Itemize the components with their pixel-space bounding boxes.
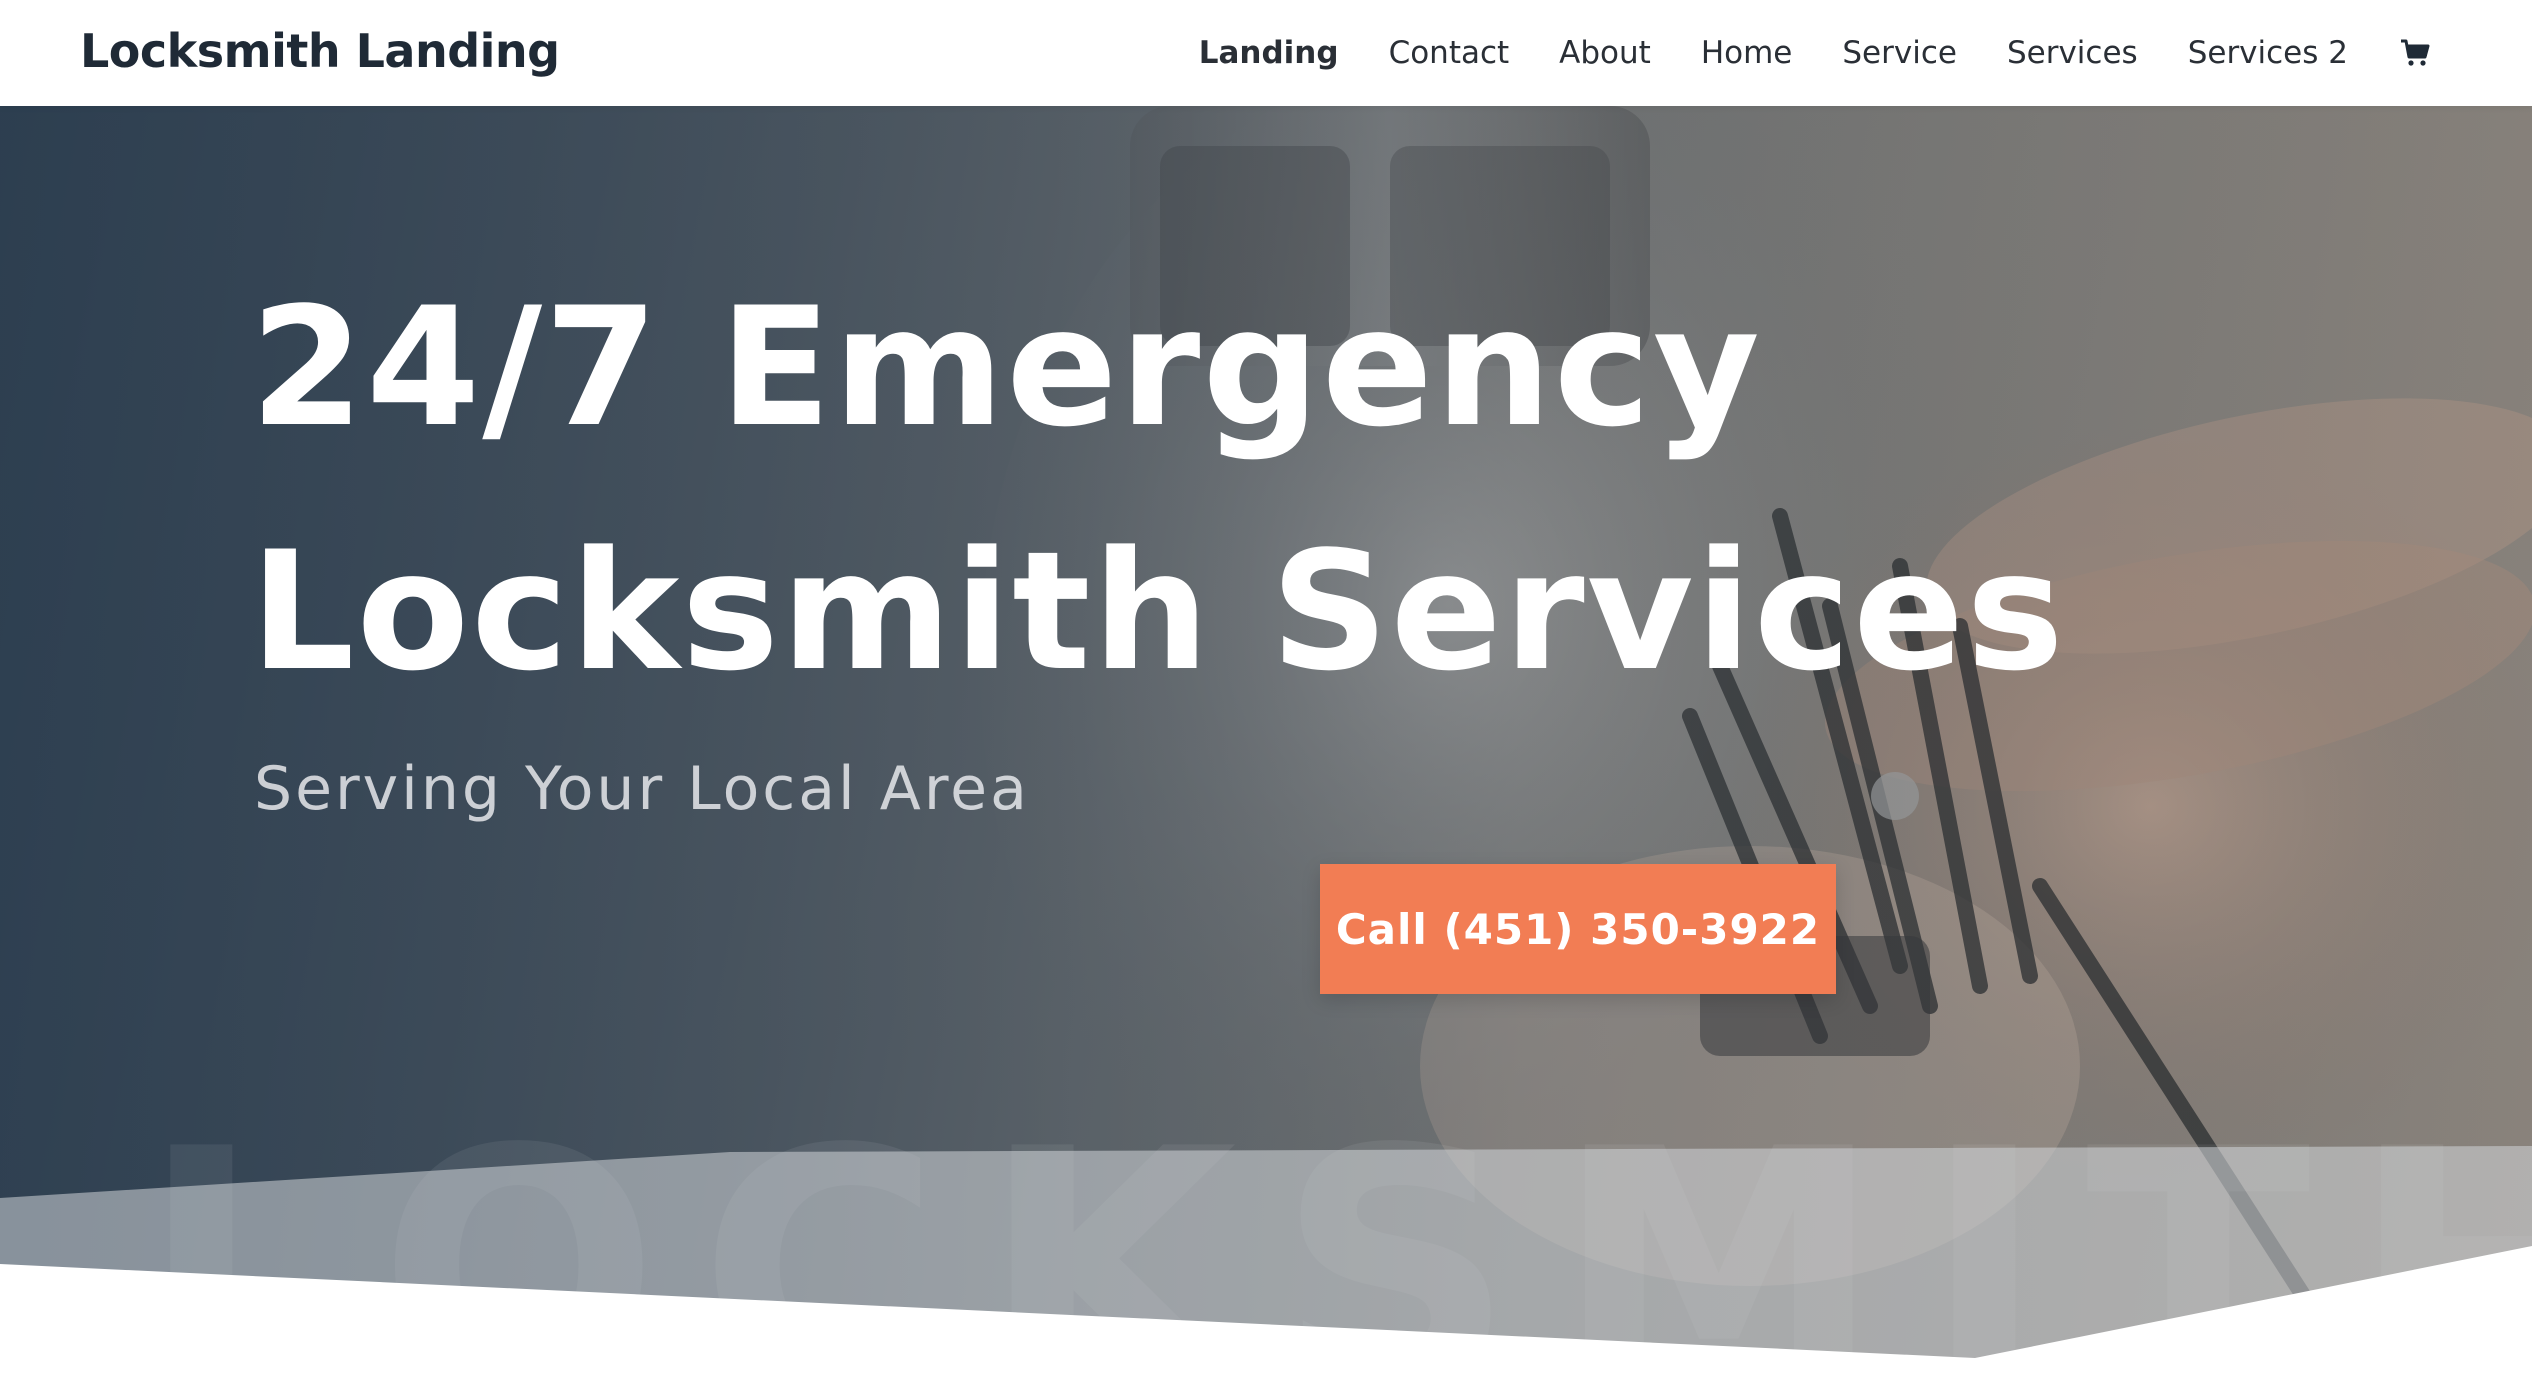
hero-bottom-divider (0, 1146, 2532, 1384)
nav-item-services-2[interactable]: Services 2 (2188, 35, 2348, 71)
hero-section: LOCKSMITH 24/7 Emergency Locksmith Servi… (0, 106, 2532, 1384)
shopping-cart-icon[interactable] (2398, 36, 2432, 70)
call-button[interactable]: Call (451) 350-3922 (1320, 864, 1836, 994)
hero-headline-line-1: 24/7 Emergency (250, 272, 1762, 463)
nav-item-service[interactable]: Service (1842, 35, 1957, 71)
hero-headline-line-2: Locksmith Services (250, 516, 2066, 707)
nav-item-landing[interactable]: Landing (1199, 35, 1339, 71)
nav-item-services[interactable]: Services (2007, 35, 2138, 71)
page: Locksmith Landing Landing Contact About … (0, 0, 2532, 1384)
site-logo[interactable]: Locksmith Landing (80, 24, 560, 78)
nav-item-home[interactable]: Home (1701, 35, 1793, 71)
main-nav: Landing Contact About Home Service Servi… (1199, 0, 2432, 106)
hero-headline: 24/7 Emergency Locksmith Services (250, 246, 2066, 734)
hero-subheadline: Serving Your Local Area (254, 754, 1030, 824)
nav-item-contact[interactable]: Contact (1389, 35, 1510, 71)
nav-item-about[interactable]: About (1559, 35, 1651, 71)
site-header: Locksmith Landing Landing Contact About … (0, 0, 2532, 106)
